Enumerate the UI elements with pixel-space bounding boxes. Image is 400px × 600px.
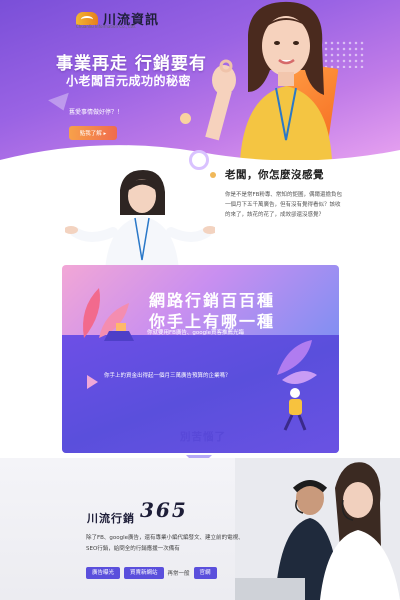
hero-title: 事業再走 行銷要有 [56, 54, 207, 74]
banner-paragraph-1: 你就要用FB廣告、google買客推薦光臨 [147, 330, 245, 336]
bottom-description: 除了FB、google廣告，還有專業小編代編發文、建立前的電視、SEO行銷，給問… [86, 535, 244, 552]
boss-section-title: 老闆，你怎麼沒感覺 [225, 169, 324, 181]
runner-illustration [277, 340, 317, 431]
stop-worrying-heading: 別苦惱了 [180, 431, 226, 443]
tag-new-website[interactable]: 買賣新網站 [124, 567, 164, 579]
brand-tagline: Chuanliu Information Co., Ltd. [76, 24, 136, 29]
banner-paragraph-2: 你手上的資金出得起一個月三萬廣告預算的企業嗎？ [104, 373, 231, 379]
bullet-dot [210, 172, 216, 178]
service-tags: 廣告曝光 買賣新網站 再常一般 官網 [86, 567, 217, 579]
play-triangle-decoration [87, 375, 98, 389]
ring-decoration [189, 150, 209, 170]
bottom-title: 川流行銷 [87, 512, 135, 525]
bottom-365-number: 365 [140, 498, 188, 522]
tag-plain-label: 再常一般 [167, 571, 190, 577]
marketing-banner: 網路行銷百百種 你手上有哪一種 你就要用FB廣告、google買客推薦光臨 你手… [62, 265, 339, 453]
landing-page: 川流資訊 Chuanliu Information Co., Ltd. 事業再走… [0, 0, 400, 600]
tag-ad-exposure[interactable]: 廣告曝光 [86, 567, 121, 579]
circle-decoration [180, 113, 191, 124]
call-center-image [235, 458, 400, 600]
leaf-illustration [83, 288, 134, 341]
tag-official-site[interactable]: 官網 [193, 567, 217, 579]
hero-subtitle: 小老闆百元成功的秘密 [66, 74, 192, 88]
brand-logo[interactable]: 川流資訊 Chuanliu Information Co., Ltd. [76, 9, 159, 29]
hero-question: 舊愛事情做好停？！ [69, 109, 124, 116]
boss-section-text: 你是不是常FB粉專、常知的鉅圖，偶爾還擔負包一個月下五千萬廣告，但有沒有覺得看似… [225, 192, 342, 218]
hero-section: 川流資訊 Chuanliu Information Co., Ltd. 事業再走… [0, 0, 400, 160]
shrugging-woman-image [65, 170, 215, 270]
